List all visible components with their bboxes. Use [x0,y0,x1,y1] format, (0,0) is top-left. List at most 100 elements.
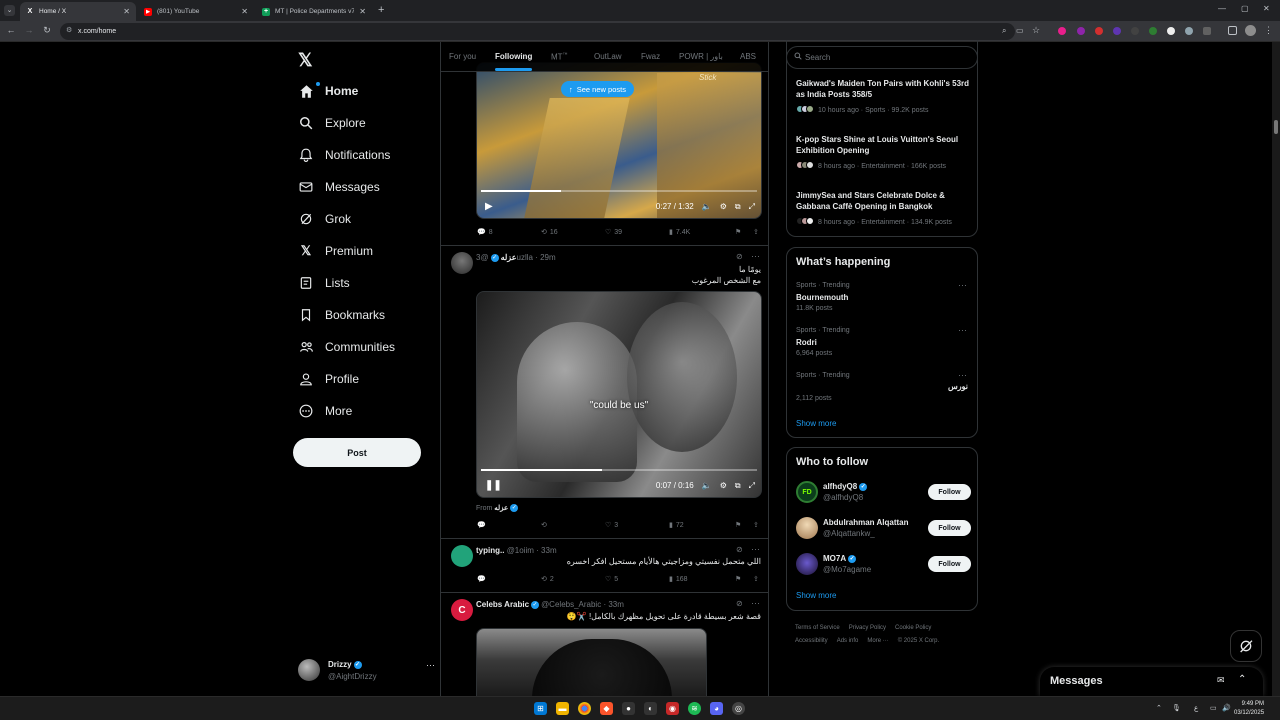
tray-chevron-icon[interactable]: ⌃ [1156,704,1162,712]
pause-icon[interactable]: ❚❚ [485,480,502,491]
nav-premium[interactable]: 𝕏 Premium [298,238,373,264]
maximize-icon[interactable]: ▢ [1241,4,1249,13]
app-icon[interactable]: ● [622,702,635,715]
nav-communities[interactable]: Communities [298,334,395,360]
like-button[interactable]: ♡ 3 [605,521,618,530]
volume-icon[interactable]: 🔈 [702,202,712,211]
reply-button[interactable]: 💬 8 [477,228,493,237]
tab-following[interactable]: Following [495,52,533,71]
author-name[interactable]: typing.. [476,546,504,555]
nav-messages[interactable]: Messages [298,174,380,200]
fullscreen-icon[interactable]: ⤢ [749,481,755,491]
close-tab-icon[interactable]: ✕ [359,7,366,16]
follow-button[interactable]: Follow [928,484,971,500]
trend-name[interactable]: نورس [948,382,968,391]
file-explorer-icon[interactable]: ▬ [556,702,569,715]
suggestion-name[interactable]: Abdulrahman Alqattan [823,518,908,527]
bookmark-icon[interactable]: ⚑ [735,228,741,236]
post-button[interactable]: Post [293,438,421,467]
grok-icon[interactable]: ⊘ [736,599,743,608]
video-player[interactable]: "could be us" ❚❚ 0:07 / 0:16 🔈 ⚙ ⧉ ⤢ [476,291,762,498]
address-bar[interactable]: ⚙ x.com/home ⌕ [60,23,1015,40]
grok-icon[interactable]: ⊘ [736,252,743,261]
follow-button[interactable]: Follow [928,520,971,536]
extensions-puzzle-icon[interactable] [1203,27,1211,35]
brave-icon[interactable]: ◆ [600,702,613,715]
share-icon[interactable]: ⇪ [753,521,759,529]
system-clock[interactable]: 9:49 PM 03/12/2025 [1234,700,1264,718]
share-icon[interactable]: ⇪ [753,575,759,583]
footer-link[interactable]: Cookie Policy [895,625,931,631]
keyboard-language-icon[interactable]: ع [1194,704,1198,712]
grok-floating-button[interactable] [1230,630,1262,662]
more-dots-icon[interactable]: ··· [751,544,760,554]
discord-icon[interactable]: ◕ [710,702,723,715]
footer-link[interactable]: Terms of Service [795,625,840,631]
author-name[interactable]: عزله [501,253,517,262]
volume-icon[interactable]: 🔊 [1222,704,1231,712]
scrollbar-thumb[interactable] [1274,120,1278,134]
author-handle[interactable]: @1oiim [507,546,534,555]
app-icon[interactable]: ◐ [644,702,657,715]
tab-youtube[interactable]: ▶ (801) YouTube ✕ [138,2,254,21]
footer-link[interactable]: More ··· [867,638,888,644]
avatar[interactable] [796,517,818,539]
extension-icon[interactable] [1113,27,1121,35]
repost-button[interactable]: ⟲ 2 [541,575,554,584]
repost-button[interactable]: ⟲ 16 [541,228,558,237]
more-dots-icon[interactable]: ··· [751,598,760,608]
avatar[interactable] [796,553,818,575]
suggestion-name[interactable]: alfhdyQ8 [823,482,857,491]
tab-mt[interactable]: MT™ [551,52,568,62]
more-dots-icon[interactable]: ··· [958,325,967,335]
microphone-icon[interactable]: 🎙 [1172,704,1181,712]
fullscreen-icon[interactable]: ⤢ [749,202,755,212]
nav-notifications[interactable]: Notifications [298,142,390,168]
grok-icon[interactable]: ⊘ [736,545,743,554]
expand-up-icon[interactable]: ⌃ [1238,674,1246,685]
extension-icon[interactable] [1131,27,1139,35]
trend-name[interactable]: Bournemouth [796,293,848,302]
extension-icon[interactable] [1149,27,1157,35]
nav-profile[interactable]: Profile [298,366,359,392]
news-headline[interactable]: K-pop Stars Shine at Louis Vuitton's Seo… [796,134,972,156]
avatar[interactable]: FD [796,481,818,503]
suggestion-name[interactable]: MO7A [823,554,846,563]
tab-search-button[interactable]: ⌄ [4,5,15,16]
chrome-icon[interactable] [578,702,591,715]
views-button[interactable]: ▮ 7.4K [669,228,690,237]
volume-icon[interactable]: 🔈 [702,481,712,490]
extension-icon[interactable] [1095,27,1103,35]
settings-gear-icon[interactable]: ⚙ [720,481,727,490]
account-switcher[interactable]: Drizzy ✓ @AightDrizzy ··· [298,654,438,688]
bookmark-icon[interactable]: ⚑ [735,575,741,583]
app-icon[interactable]: ◉ [666,702,679,715]
browser-menu-icon[interactable]: ⋮ [1264,25,1273,36]
tab-outlaw[interactable]: OutLaw [594,52,622,61]
pip-icon[interactable]: ⧉ [735,202,741,212]
more-dots-icon[interactable]: ··· [958,370,967,380]
avatar[interactable] [451,545,473,567]
follow-button[interactable]: Follow [928,556,971,572]
spotify-icon[interactable]: ≋ [688,702,701,715]
author-name[interactable]: Celebs Arabic [476,600,529,609]
messages-drawer[interactable]: Messages ✉ ⌃ [1040,667,1263,696]
footer-link[interactable]: Accessibility [795,638,828,644]
x-logo-icon[interactable]: 𝕏 [298,50,313,71]
zoom-icon[interactable]: ⌕ [1002,26,1006,36]
new-tab-plus-icon[interactable]: + [378,4,384,16]
sidebar-panel-icon[interactable] [1228,26,1237,35]
news-headline[interactable]: JimmySea and Stars Celebrate Dolce & Gab… [796,190,972,212]
post-time[interactable]: 33m [541,546,557,555]
tab-abs[interactable]: ABS [740,52,756,61]
nav-more[interactable]: More [298,398,352,424]
tab-powr[interactable]: POWR | باور [679,52,723,61]
extension-icon[interactable] [1077,27,1085,35]
reply-button[interactable]: 💬 [477,521,489,529]
show-more-link[interactable]: Show more [796,419,836,428]
extension-icon[interactable] [1167,27,1175,35]
forward-arrow-icon[interactable]: → [23,25,35,35]
network-icon[interactable]: ▭ [1210,704,1217,712]
app-icon[interactable]: ◎ [732,702,745,715]
close-tab-icon[interactable]: ✕ [241,7,248,16]
